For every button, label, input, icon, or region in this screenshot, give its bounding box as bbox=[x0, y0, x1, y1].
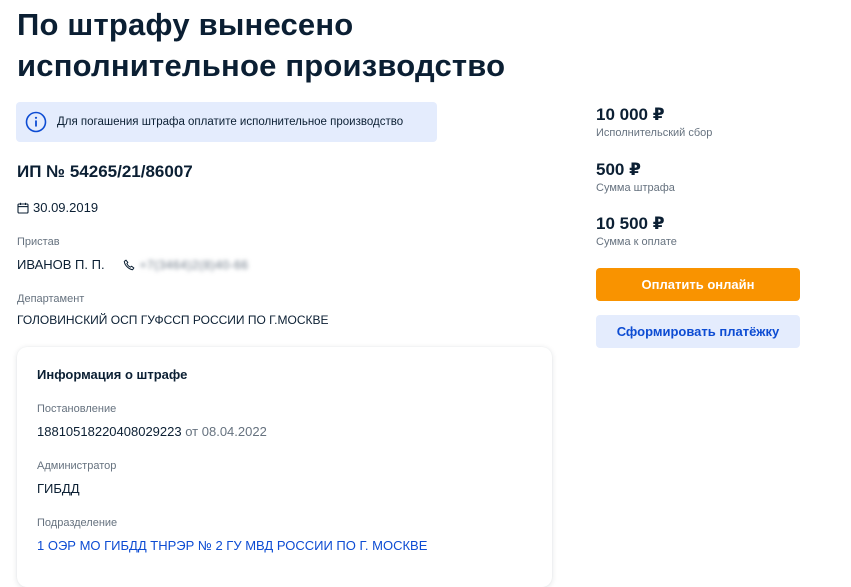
fee-amount: 10 000 ₽ bbox=[596, 105, 665, 124]
bailiff-label: Пристав bbox=[17, 236, 60, 248]
bailiff-name: ИВАНОВ П. П. bbox=[17, 257, 105, 272]
page-title: По штрафу вынесено исполнительное произв… bbox=[17, 7, 506, 83]
decree-number: 18810518220408029223 bbox=[37, 424, 182, 439]
info-icon bbox=[25, 111, 47, 133]
division-label: Подразделение bbox=[37, 517, 118, 529]
info-banner: Для погашения штрафа оплатите исполнител… bbox=[16, 102, 437, 142]
fine-amount: 500 ₽ bbox=[596, 160, 641, 179]
division-link[interactable]: 1 ОЭР МО ГИБДД ТНРЭР № 2 ГУ МВД РОССИИ П… bbox=[37, 538, 427, 553]
bailiff-phone[interactable]: +7(3464)2(8)40-66 bbox=[140, 258, 249, 272]
calendar-icon bbox=[17, 202, 29, 214]
pay-online-button[interactable]: Оплатить онлайн bbox=[596, 268, 800, 301]
ip-number: ИП № 54265/21/86007 bbox=[17, 162, 193, 181]
fine-info-title: Информация о штрафе bbox=[37, 367, 188, 382]
total-label: Сумма к оплате bbox=[596, 236, 677, 248]
fine-amount-block: 500 ₽ Сумма штрафа bbox=[596, 160, 675, 194]
fee-block: 10 000 ₽ Исполнительский сбор bbox=[596, 105, 712, 139]
ip-date-row: 30.09.2019 bbox=[17, 200, 98, 215]
form-payment-button[interactable]: Сформировать платёжку bbox=[596, 315, 800, 348]
fine-amount-label: Сумма штрафа bbox=[596, 182, 675, 194]
phone-icon bbox=[123, 259, 135, 270]
department-value: ГОЛОВИНСКИЙ ОСП ГУФССП РОССИИ ПО Г.МОСКВ… bbox=[17, 313, 329, 327]
ip-date: 30.09.2019 bbox=[33, 200, 99, 215]
info-banner-text: Для погашения штрафа оплатите исполнител… bbox=[57, 116, 404, 128]
decree-date: от 08.04.2022 bbox=[185, 424, 267, 439]
decree-label: Постановление bbox=[37, 403, 117, 415]
total-block: 10 500 ₽ Сумма к оплате bbox=[596, 214, 677, 248]
department-label: Департамент bbox=[17, 293, 85, 305]
fee-label: Исполнительский сбор bbox=[596, 127, 713, 139]
total-amount: 10 500 ₽ bbox=[596, 214, 665, 233]
administrator-label: Администратор bbox=[37, 460, 117, 472]
decree-value: 18810518220408029223 от 08.04.2022 bbox=[37, 424, 267, 439]
administrator-value: ГИБДД bbox=[37, 481, 80, 496]
fine-info-card: Информация о штрафе Постановление 188105… bbox=[17, 347, 552, 587]
bailiff-row: ИВАНОВ П. П. +7(3464)2(8)40-66 bbox=[17, 257, 248, 272]
